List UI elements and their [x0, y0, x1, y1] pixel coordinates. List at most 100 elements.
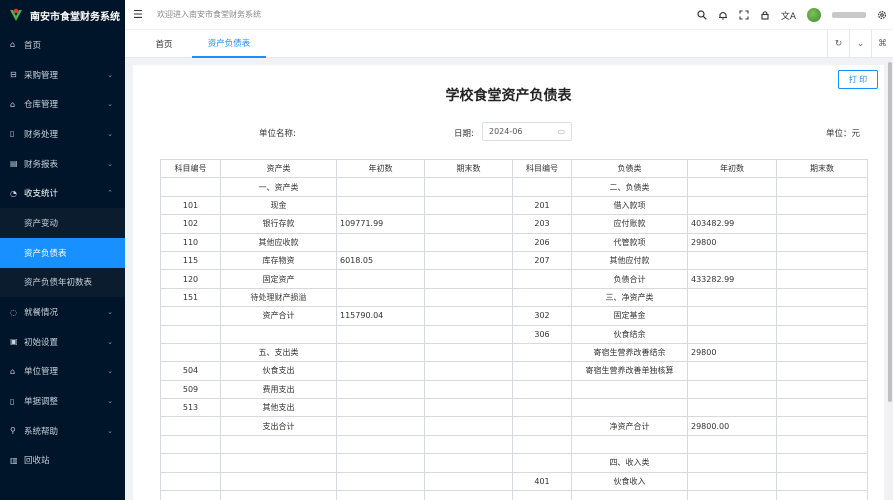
username-redacted[interactable]	[832, 12, 866, 18]
tab-home[interactable]: 首页	[147, 30, 181, 58]
table-cell	[776, 177, 868, 197]
welcome-text: 欢迎进入南安市食堂财务系统	[157, 10, 261, 19]
sidebar-item-purchase[interactable]: ⊟ 采购管理 ⌄	[0, 60, 125, 90]
table-cell: 29800	[687, 342, 777, 363]
table-cell	[776, 490, 868, 500]
table-cell	[776, 434, 868, 455]
sidebar-item-recycle-bin[interactable]: ▥ 回收站	[0, 446, 125, 476]
menu-toggle-icon[interactable]: ☰	[133, 8, 157, 21]
sidebar-item-warehouse[interactable]: ⌂ 仓库管理 ⌄	[0, 89, 125, 119]
sidebar-item-label: 采购管理	[24, 70, 59, 81]
table-cell: 资产合计	[220, 306, 337, 326]
table-row: 110 其他应收款 206 代管款项 29800	[160, 232, 868, 252]
table-cell	[687, 177, 777, 197]
table-cell: 五、支出类	[220, 342, 337, 363]
chevron-down-icon[interactable]: ⌄	[849, 30, 871, 58]
col-header: 期末数	[776, 158, 868, 179]
table-row: 资产合计 115790.04 302 固定基金	[160, 306, 868, 326]
collapse-icon[interactable]: ⌘	[871, 30, 893, 58]
table-cell	[687, 361, 777, 381]
table-cell: 借入款项	[571, 195, 688, 216]
table-cell	[336, 434, 425, 455]
table-cell	[776, 324, 868, 344]
sidebar-item-label: 财务报表	[24, 159, 59, 170]
table-cell	[776, 269, 868, 289]
scrollbar[interactable]	[887, 58, 893, 500]
bell-icon[interactable]	[718, 10, 728, 20]
table-cell	[336, 490, 425, 500]
report-card: 打 印 学校食堂资产负债表 单位名称: 日期: 2024-06 ▭ 单位：元 科…	[133, 65, 884, 500]
fullscreen-icon[interactable]	[739, 10, 749, 20]
sidebar-subitem-balance-sheet[interactable]: 资产负债表	[0, 237, 125, 268]
sidebar-item-label: 单据调整	[24, 397, 59, 408]
table-cell: 120	[160, 269, 221, 289]
sidebar-item-label: 回收站	[24, 456, 50, 467]
avatar[interactable]	[807, 8, 821, 22]
table-cell	[687, 434, 777, 455]
sidebar-item-home[interactable]: ⌂ 首页	[0, 30, 125, 60]
table-cell	[160, 490, 221, 500]
table-cell	[220, 453, 337, 473]
table-cell: 寄宿生营养改善单独核算	[571, 361, 688, 381]
help-icon: ⚲	[10, 426, 16, 436]
translate-icon[interactable]: 文A	[781, 9, 796, 22]
chevron-down-icon: ⌄	[107, 367, 113, 376]
table-cell	[776, 453, 868, 473]
table-row: 五、支出类 寄宿生营养改善结余 29800	[160, 342, 868, 363]
sidebar-item-income-stats[interactable]: ◔ 收支统计 ⌃	[0, 178, 125, 208]
table-cell	[571, 490, 688, 500]
search-icon[interactable]	[697, 10, 707, 20]
chevron-down-icon: ⌄	[107, 70, 113, 79]
table-cell: 513	[160, 398, 221, 418]
table-cell	[424, 269, 513, 289]
receipt-icon: ▯	[10, 396, 15, 406]
sidebar-subitem-asset-change[interactable]: 资产变动	[0, 208, 125, 238]
table-cell	[220, 471, 337, 492]
chevron-down-icon: ⌄	[107, 308, 113, 317]
table-cell: 现金	[220, 195, 337, 216]
sidebar-item-finance[interactable]: ▯ 财务处理 ⌄	[0, 119, 125, 149]
table-cell: 201	[512, 195, 572, 216]
table-cell: 306	[512, 324, 572, 344]
table-cell	[687, 195, 777, 216]
sidebar-subitem-balance-sheet-opening[interactable]: 资产负债年初数表	[0, 268, 125, 298]
table-cell	[776, 416, 868, 436]
sidebar-item-label: 财务处理	[24, 129, 59, 140]
table-body: 一、资产类 二、负债类 101 现金 201 借入款项 102 银行存款 109771.99 20…	[160, 177, 868, 500]
report-icon: ▤	[10, 159, 18, 169]
sidebar-item-label: 就餐情况	[24, 308, 59, 319]
table-cell	[512, 379, 572, 400]
table-cell	[160, 434, 221, 455]
table-cell: 代管款项	[571, 232, 688, 252]
table-cell	[424, 177, 513, 197]
table-row	[160, 490, 868, 500]
table-cell	[336, 287, 425, 308]
date-picker[interactable]: 2024-06 ▭	[482, 122, 572, 141]
sidebar-item-reports[interactable]: ▤ 财务报表 ⌄	[0, 149, 125, 179]
table-cell: 115790.04	[336, 306, 425, 326]
gear-icon[interactable]	[877, 10, 887, 20]
sidebar-item-dining[interactable]: ◌ 就餐情况 ⌄	[0, 297, 125, 327]
refresh-icon[interactable]: ↻	[827, 30, 849, 58]
sidebar-item-voucher-adjust[interactable]: ▯ 单据调整 ⌄	[0, 386, 125, 416]
table-cell	[571, 434, 688, 455]
table-cell	[512, 342, 572, 363]
tab-balance-sheet[interactable]: 资产负债表	[192, 30, 266, 58]
sidebar-item-initial-settings[interactable]: ▣ 初始设置 ⌄	[0, 327, 125, 357]
sidebar-item-unit-management[interactable]: ⌂ 单位管理 ⌄	[0, 357, 125, 387]
table-cell: 支出合计	[220, 416, 337, 436]
sidebar-item-help[interactable]: ⚲ 系统帮助 ⌄	[0, 416, 125, 446]
scrollbar-thumb[interactable]	[888, 62, 892, 402]
table-cell	[336, 324, 425, 344]
table-cell	[512, 490, 572, 500]
table-cell	[512, 398, 572, 418]
chevron-down-icon: ⌄	[107, 397, 113, 406]
building-icon: ⌂	[10, 366, 16, 376]
col-header: 科目编号	[160, 158, 221, 179]
table-cell: 207	[512, 250, 572, 271]
table-cell	[220, 324, 337, 344]
lock-icon[interactable]	[760, 10, 770, 20]
table-cell	[687, 306, 777, 326]
table-cell	[336, 342, 425, 363]
table-cell	[687, 453, 777, 473]
